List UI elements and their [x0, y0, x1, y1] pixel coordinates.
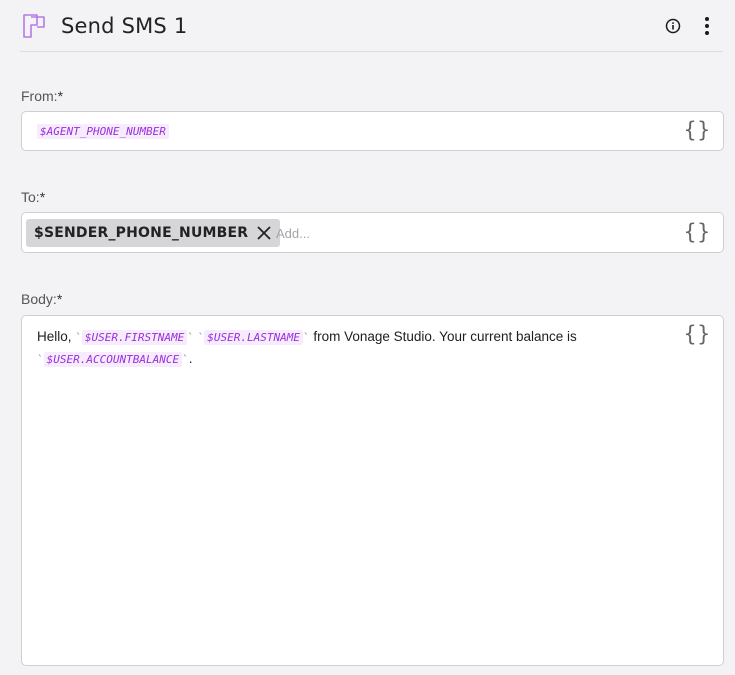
- body-text-end: .: [188, 351, 193, 366]
- body-label: Body:*: [21, 291, 62, 307]
- backtick: `: [302, 331, 310, 344]
- backtick: `: [75, 331, 82, 344]
- panel-header: Send SMS 1: [20, 0, 723, 52]
- recipient-chip-label: $SENDER_PHONE_NUMBER: [34, 225, 249, 241]
- from-variable-token: $AGENT_PHONE_NUMBER: [37, 124, 169, 139]
- backtick: `: [37, 353, 44, 366]
- lastname-variable-token: $USER.LASTNAME: [204, 330, 303, 345]
- required-mark: *: [39, 189, 46, 205]
- page-title: Send SMS 1: [61, 13, 188, 38]
- close-icon[interactable]: [256, 225, 272, 241]
- from-field[interactable]: $AGENT_PHONE_NUMBER {}: [21, 111, 724, 151]
- more-vertical-icon[interactable]: [697, 14, 717, 38]
- body-label-text: Body:: [21, 291, 57, 307]
- recipient-chip[interactable]: $SENDER_PHONE_NUMBER: [26, 219, 281, 247]
- body-text-start: Hello,: [37, 329, 76, 344]
- body-variable-picker-button[interactable]: {}: [684, 322, 711, 346]
- to-add-input[interactable]: [276, 222, 676, 244]
- firstname-variable-token: $USER.FIRSTNAME: [81, 330, 188, 345]
- from-label: From:*: [21, 88, 63, 104]
- to-field[interactable]: $SENDER_PHONE_NUMBER {}: [21, 212, 724, 253]
- body-textarea[interactable]: Hello, ` $USER.FIRSTNAME ` ` $USER.LASTNAME…: [21, 315, 724, 666]
- sms-node-icon: [21, 13, 47, 39]
- to-label: To:*: [21, 189, 45, 205]
- from-variable-picker-button[interactable]: {}: [684, 118, 711, 142]
- from-label-text: From:: [21, 88, 58, 104]
- to-label-text: To:: [21, 189, 40, 205]
- info-icon[interactable]: [663, 14, 683, 38]
- header-actions: [663, 14, 717, 38]
- body-message: Hello, ` $USER.FIRSTNAME ` ` $USER.LASTNAME…: [37, 326, 667, 370]
- send-sms-panel: Send SMS 1 From:* $AGENT_PHONE_NUMBER {}…: [0, 0, 735, 675]
- balance-variable-token: $USER.ACCOUNTBALANCE: [43, 352, 183, 367]
- to-variable-picker-button[interactable]: {}: [684, 220, 711, 244]
- required-mark: *: [56, 291, 63, 307]
- body-text-middle: from Vonage Studio. Your current balance…: [309, 329, 577, 344]
- backtick: `: [187, 331, 194, 344]
- required-mark: *: [57, 88, 64, 104]
- backtick: `: [182, 353, 189, 366]
